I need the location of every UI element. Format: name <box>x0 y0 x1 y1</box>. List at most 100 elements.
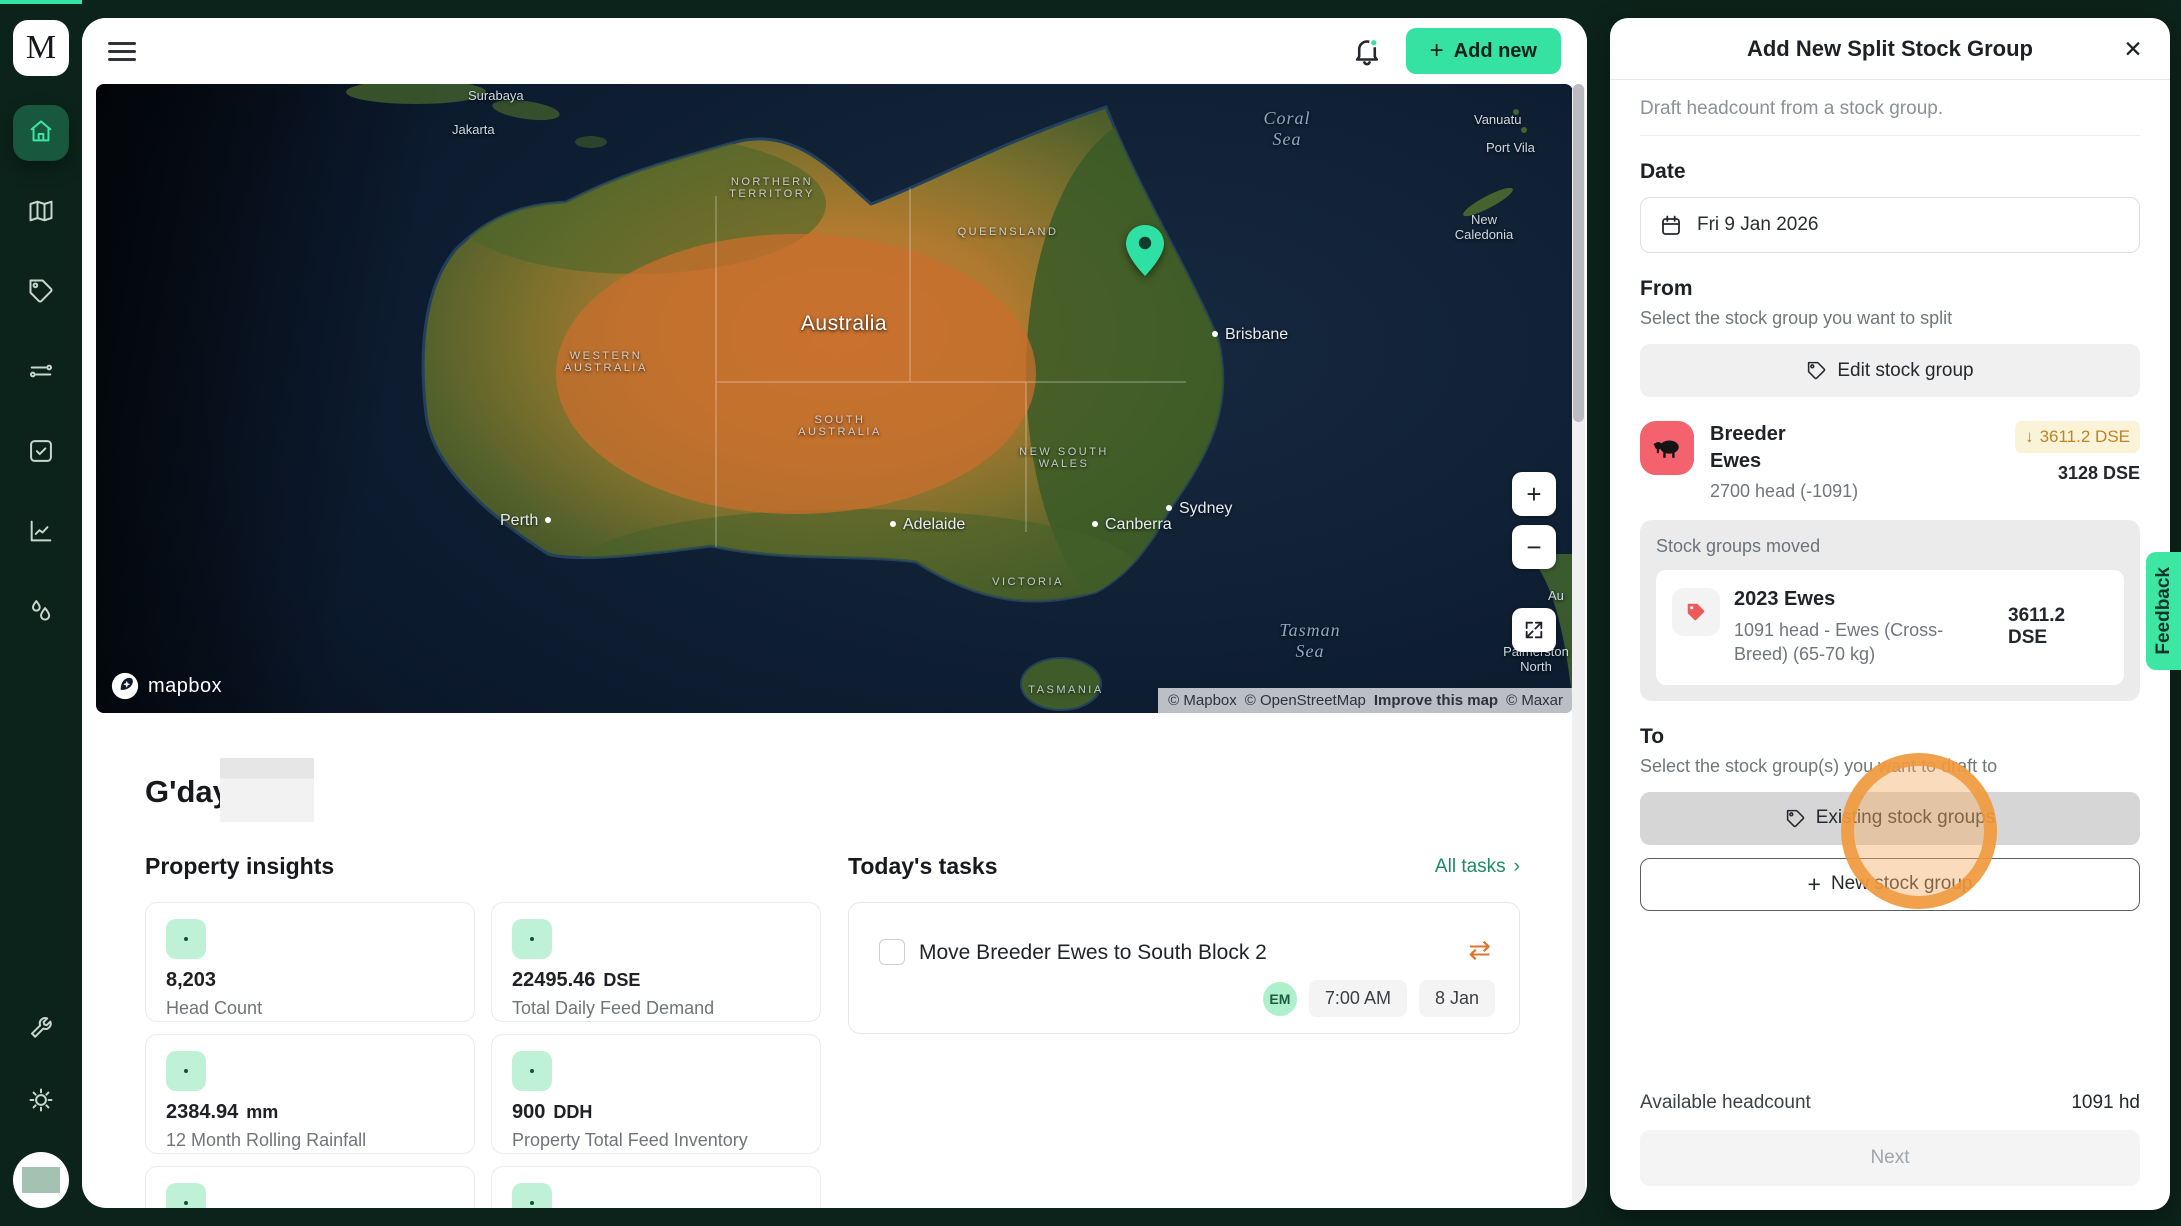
panel-title: Add New Split Stock Group <box>1746 35 2033 61</box>
tasks-title: Today's tasks <box>848 853 998 879</box>
insight-card-head-count: 8,203 Head Count <box>145 902 475 1022</box>
from-label: From <box>1640 277 1693 300</box>
sidebar-item-settings[interactable] <box>19 1080 63 1124</box>
plus-icon: + <box>1807 870 1821 897</box>
red-tag-icon <box>1672 588 1720 636</box>
panel-subtitle: Draft headcount from a stock group. <box>1640 98 2140 136</box>
task-card: Move Breeder Ewes to South Block 2 ⇄ EM … <box>848 902 1520 1034</box>
tag-icon <box>27 277 55 310</box>
map-label-new-caledonia: New Caledonia <box>1454 212 1514 242</box>
sidebar-item-tasks[interactable] <box>14 426 68 480</box>
user-avatar[interactable] <box>13 1152 69 1208</box>
map-label-perth: Perth <box>500 512 551 530</box>
from-hint: Select the stock group you want to split <box>1640 308 1953 328</box>
panel-footer: Available headcount 1091 hd Next <box>1640 1092 2140 1186</box>
insight-icon <box>166 919 206 959</box>
main-content: + Add new Surabaya Jakarta Coral Sea Van… <box>82 18 1587 1208</box>
existing-stock-groups-button[interactable]: Existing stock groups <box>1640 791 2140 845</box>
avatar-placeholder <box>22 1167 60 1193</box>
sliders-icon <box>27 357 55 390</box>
map-fullscreen-button[interactable] <box>1512 608 1556 652</box>
arrow-down-icon: ↓ <box>2025 427 2034 446</box>
sidebar-item-stock-groups[interactable] <box>14 266 68 320</box>
dse-total: 3128 DSE <box>2057 463 2140 483</box>
gear-icon <box>27 1086 55 1119</box>
mapbox-logo[interactable]: mapbox <box>110 671 222 701</box>
insight-icon <box>166 1183 206 1208</box>
main-scrollbar-track[interactable] <box>1572 84 1585 1208</box>
map-label-australia: Australia <box>800 312 888 335</box>
mapbox-icon <box>111 672 139 700</box>
panel-header: Add New Split Stock Group ✕ <box>1610 18 2170 80</box>
move-task-icon: ⇄ <box>1468 935 1491 965</box>
map-label-canberra: Canberra <box>1092 516 1172 534</box>
map-icon <box>27 197 55 230</box>
greeting-text: G'day <box>145 774 230 809</box>
all-tasks-link[interactable]: All tasks › <box>1435 856 1520 878</box>
hamburger-menu-icon[interactable] <box>108 41 136 61</box>
notifications-bell-icon[interactable] <box>1350 34 1384 68</box>
map-label-nsw: NEW SOUTH WALES <box>1019 446 1109 470</box>
insight-icon <box>512 919 552 959</box>
map-label-vanuatu: Vanuatu <box>1474 112 1522 127</box>
improve-map-link[interactable]: Improve this map <box>1374 692 1498 709</box>
insight-card-rainfall: 2384.94 mm 12 Month Rolling Rainfall <box>145 1034 475 1154</box>
dse-change-badge: ↓ 3611.2 DSE <box>2015 421 2140 453</box>
map-label-jakarta: Jakarta <box>452 122 495 137</box>
redacted-user-name <box>220 758 314 822</box>
moved-group-detail: 1091 head - Ewes (Cross-Breed) (65-70 kg… <box>1734 620 1944 665</box>
task-title: Move Breeder Ewes to South Block 2 <box>919 941 1267 964</box>
map-label-adelaide: Adelaide <box>890 516 965 534</box>
split-stock-group-panel: Add New Split Stock Group ✕ Draft headco… <box>1610 18 2170 1210</box>
date-field[interactable]: Fri 9 Jan 2026 <box>1640 197 2140 253</box>
moved-group-name: 2023 Ewes <box>1734 588 1836 610</box>
sidebar-item-home[interactable] <box>14 106 68 160</box>
new-stock-group-button[interactable]: + New stock group <box>1640 857 2140 911</box>
map-canvas[interactable]: Surabaya Jakarta Coral Sea Vanuatu Port … <box>96 84 1573 713</box>
main-scrollbar-thumb[interactable] <box>1573 84 1584 422</box>
sidebar-bottom <box>13 1008 69 1208</box>
map-zoom-in-button[interactable]: + <box>1512 472 1556 516</box>
sidebar-item-tools[interactable] <box>19 1008 63 1052</box>
sidebar-item-water[interactable] <box>14 586 68 640</box>
map-label-tasman-sea: Tasman Sea <box>1279 620 1341 661</box>
selected-stock-group: Breeder Ewes 2700 head (-1091) ↓ 3611.2 … <box>1640 421 2140 502</box>
task-meta: EM 7:00 AM 8 Jan <box>1262 980 1495 1017</box>
insight-card-partial <box>491 1166 821 1208</box>
sidebar-nav <box>14 106 68 640</box>
tag-icon <box>1808 361 1826 380</box>
to-label: To <box>1640 724 1665 748</box>
map-label-wa: WESTERN AUSTRALIA <box>564 350 648 374</box>
topbar: + Add new <box>82 18 1587 84</box>
moved-stock-group-card[interactable]: 2023 Ewes 1091 head - Ewes (Cross-Breed)… <box>1656 570 2124 685</box>
task-checkbox[interactable] <box>879 939 905 965</box>
available-headcount-value: 1091 hd <box>2071 1092 2140 1113</box>
map-label-nt: NORTHERN TERRITORY <box>729 176 815 200</box>
droplets-icon <box>27 597 55 630</box>
next-button[interactable]: Next <box>1640 1130 2140 1186</box>
moved-label: Stock groups moved <box>1656 536 1821 556</box>
close-icon[interactable]: ✕ <box>2118 34 2148 64</box>
map-label-tas: TASMANIA <box>1028 684 1104 696</box>
assignee-avatar: EM <box>1262 981 1297 1016</box>
tag-icon <box>1786 809 1804 827</box>
insights-title: Property insights <box>145 853 335 879</box>
task-time-badge: 7:00 AM <box>1308 980 1407 1017</box>
chevron-right-icon: › <box>1513 856 1520 877</box>
sidebar-item-map[interactable] <box>14 186 68 240</box>
map-label-vic: VICTORIA <box>992 576 1064 588</box>
map-landmass <box>346 84 1573 711</box>
edit-stock-group-button[interactable]: Edit stock group <box>1640 344 2140 397</box>
stock-group-headcount: 2700 head (-1091) <box>1710 481 1859 501</box>
map-label-port-vila: Port Vila <box>1486 140 1535 155</box>
sidebar-item-analytics[interactable] <box>14 506 68 560</box>
map-zoom-out-button[interactable]: − <box>1512 525 1556 569</box>
map-marker-pin[interactable] <box>1124 224 1166 278</box>
insight-card-feed-inventory: 900 DDH Property Total Feed Inventory <box>491 1034 821 1154</box>
app-logo[interactable]: M <box>13 20 69 76</box>
moved-group-dse: 3611.2 DSE <box>2008 605 2066 649</box>
add-new-button[interactable]: + Add new <box>1405 28 1561 74</box>
feedback-tab[interactable]: Feedback <box>2146 552 2181 670</box>
sidebar-item-feed-planning[interactable] <box>14 346 68 400</box>
map-label-sa: SOUTH AUSTRALIA <box>798 414 882 438</box>
